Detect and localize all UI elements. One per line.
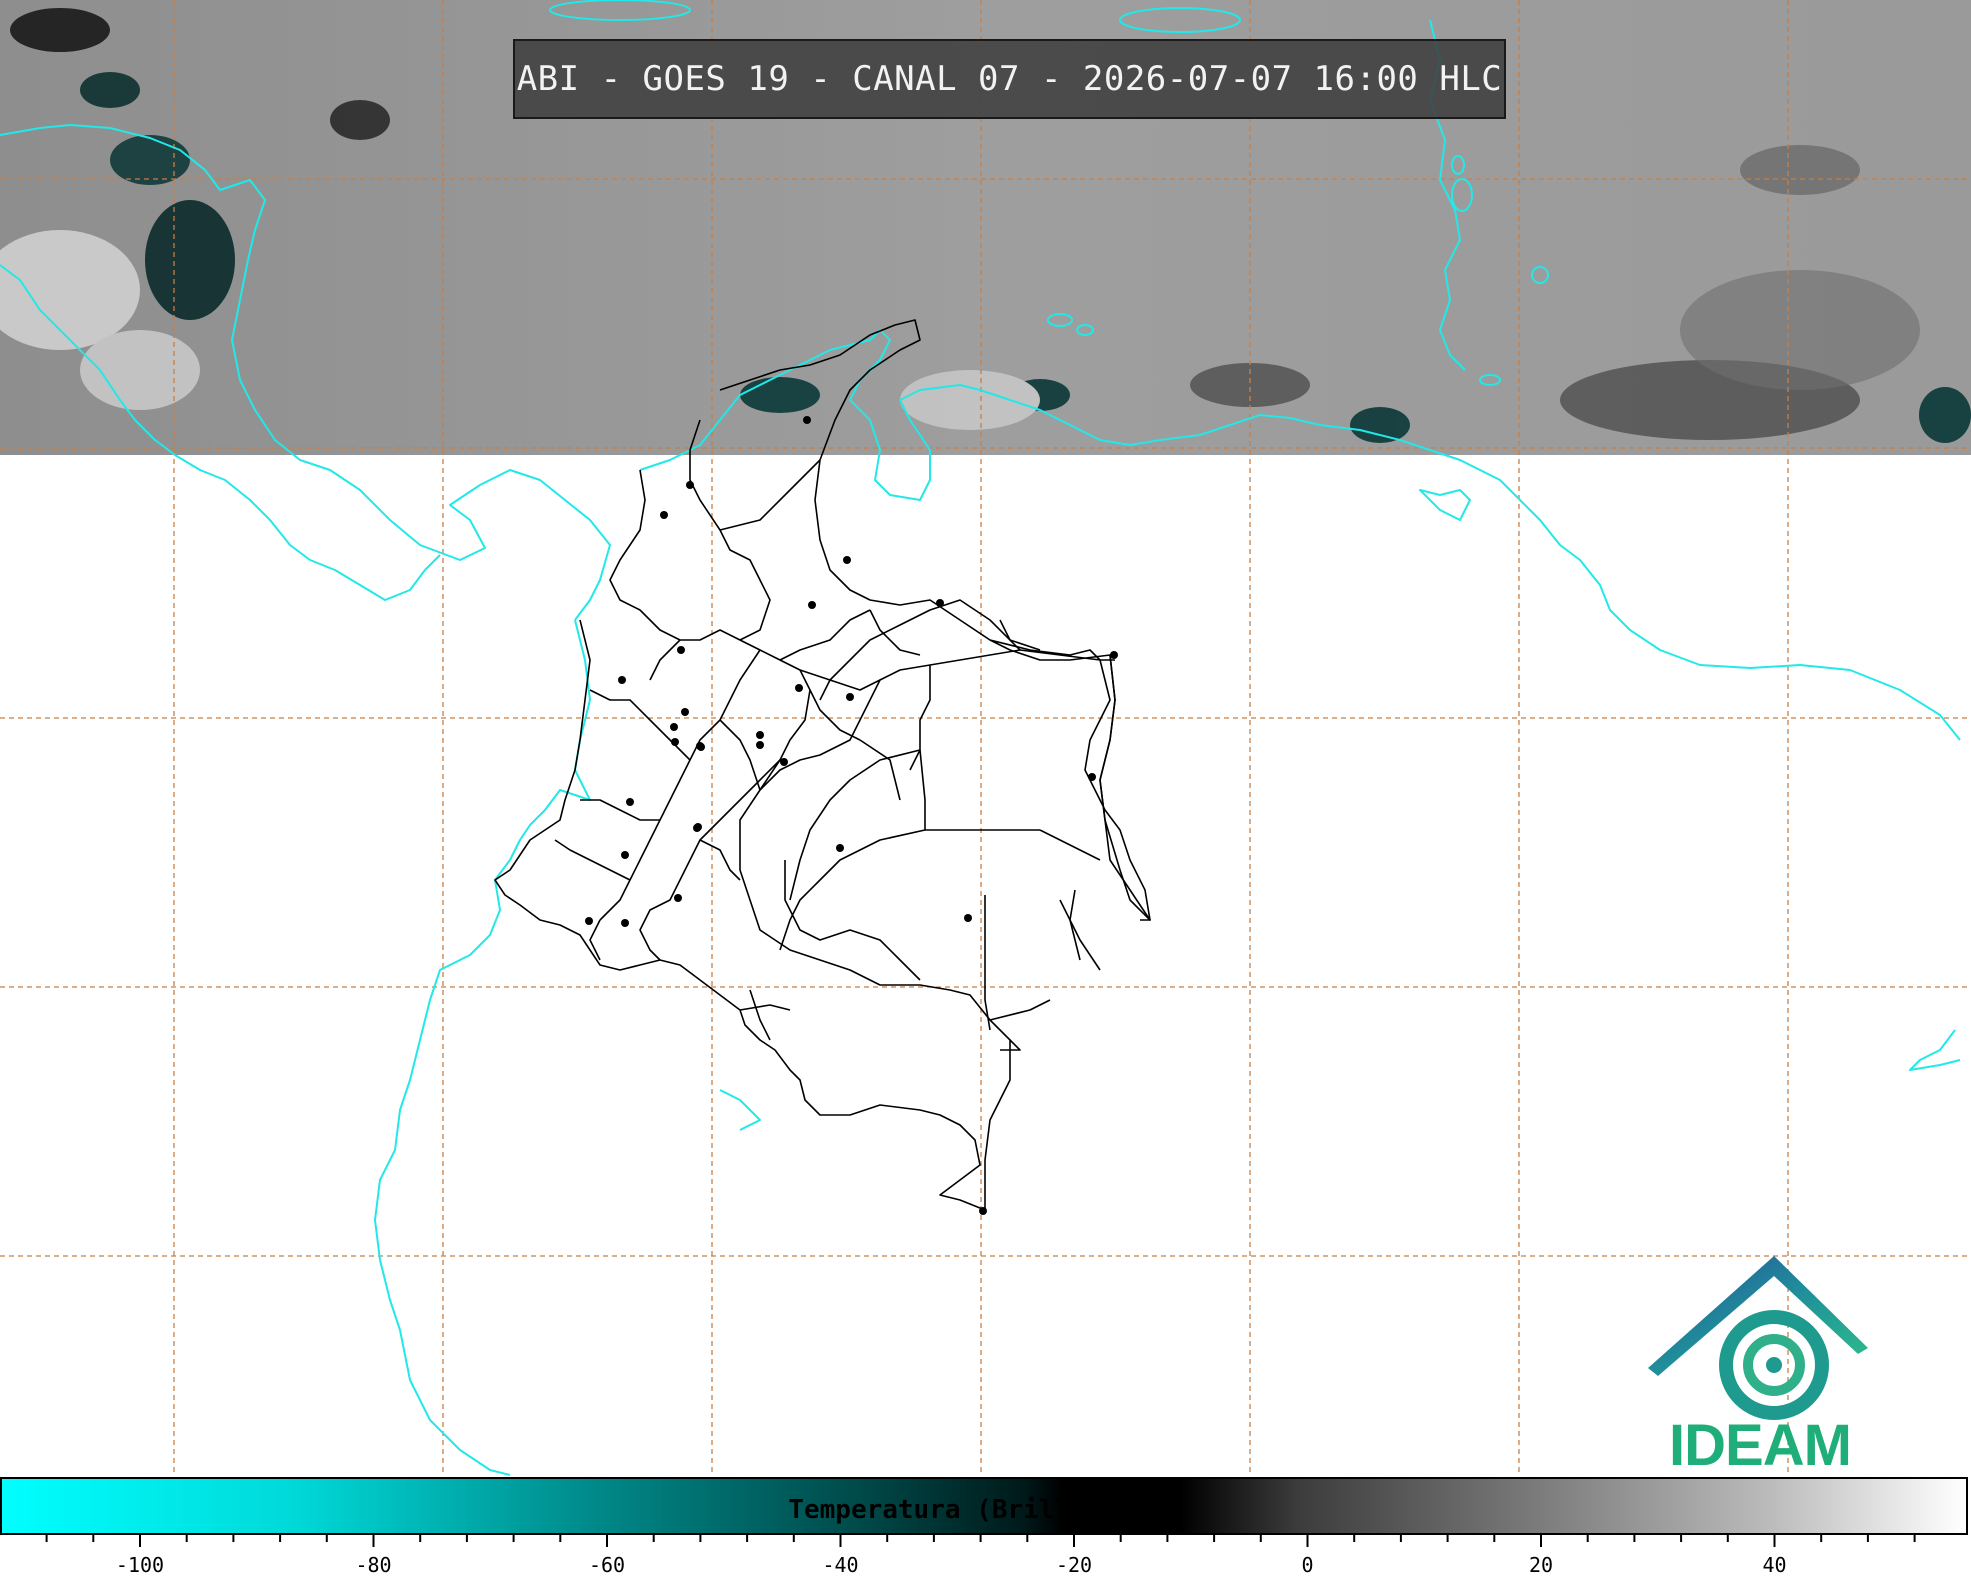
colorbar-tick-label: 40 <box>1762 1553 1787 1577</box>
colorbar-ticks <box>45 1535 1916 1547</box>
colorbar-tick-label: 0 <box>1301 1553 1314 1577</box>
colorbar: Temperatura (Brillo) (°C) -100 -80 -60 -40 -… <box>0 1475 1971 1577</box>
colorbar-tick-label: -100 <box>115 1553 165 1577</box>
colorbar-tick-label: -20 <box>1055 1553 1093 1577</box>
colorbar-tick-label: -40 <box>822 1553 859 1577</box>
colorbar-tick-label: -80 <box>355 1553 392 1577</box>
colorbar-tick-label: 20 <box>1528 1553 1554 1577</box>
ideam-logo-text: IDEAM <box>1669 1413 1852 1478</box>
map-title: ABI - GOES 19 - CANAL 07 - 2026-07-07 16… <box>513 39 1506 119</box>
colorbar-tick-label: -60 <box>588 1553 626 1577</box>
capital-markers <box>585 416 1118 1215</box>
colorbar-label: Temperatura (Brillo) (°C) <box>788 1495 1180 1525</box>
